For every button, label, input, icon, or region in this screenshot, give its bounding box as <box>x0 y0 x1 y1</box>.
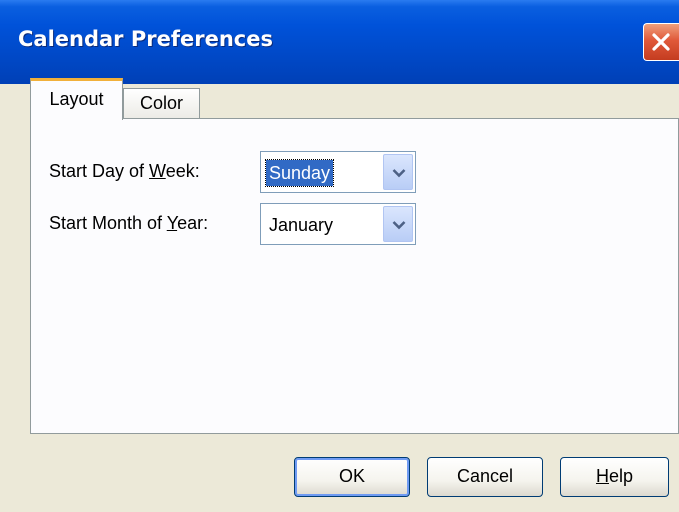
help-button-label: elp <box>608 466 634 486</box>
help-button-accesskey: H <box>595 466 609 486</box>
close-icon <box>652 33 670 51</box>
start-month-value: January <box>269 215 334 235</box>
chevron-down-icon <box>392 221 406 230</box>
chevron-down-icon <box>392 169 406 178</box>
dialog-window: Calendar Preferences Layout Color Start … <box>0 0 679 512</box>
tab-color[interactable]: Color <box>123 88 200 118</box>
start-day-label-accesskey: W <box>149 161 166 181</box>
tab-color-label: Color <box>139 93 183 113</box>
start-month-label-accesskey: Y <box>166 213 178 233</box>
tab-layout-label: Layout <box>49 89 104 109</box>
tab-layout[interactable]: Layout <box>30 78 123 120</box>
cancel-button[interactable]: Cancel <box>427 457 543 497</box>
start-month-label-text: Start Month of <box>49 213 167 233</box>
start-day-label-text-end: eek: <box>165 161 200 181</box>
close-button[interactable] <box>643 23 679 61</box>
start-day-label: Start Day of Week: <box>49 161 200 182</box>
help-button[interactable]: Help <box>560 457 669 497</box>
cancel-button-label: Cancel <box>456 466 514 486</box>
start-month-select[interactable]: January <box>260 203 416 245</box>
window-title: Calendar Preferences <box>18 27 273 51</box>
start-day-dropdown-button[interactable] <box>383 154 413 190</box>
start-month-dropdown-button[interactable] <box>383 206 413 242</box>
start-day-value: Sunday <box>264 159 335 187</box>
ok-button[interactable]: OK <box>294 457 410 497</box>
tab-panel-layout: Start Day of Week: Sunday Start Month of… <box>30 118 679 434</box>
start-month-label-text-end: ear: <box>177 213 209 233</box>
ok-button-label: OK <box>338 466 365 486</box>
start-day-label-text: Start Day of <box>49 161 150 181</box>
start-month-label: Start Month of Year: <box>49 213 208 234</box>
start-day-select[interactable]: Sunday <box>260 151 416 193</box>
title-bar[interactable]: Calendar Preferences <box>0 0 679 84</box>
